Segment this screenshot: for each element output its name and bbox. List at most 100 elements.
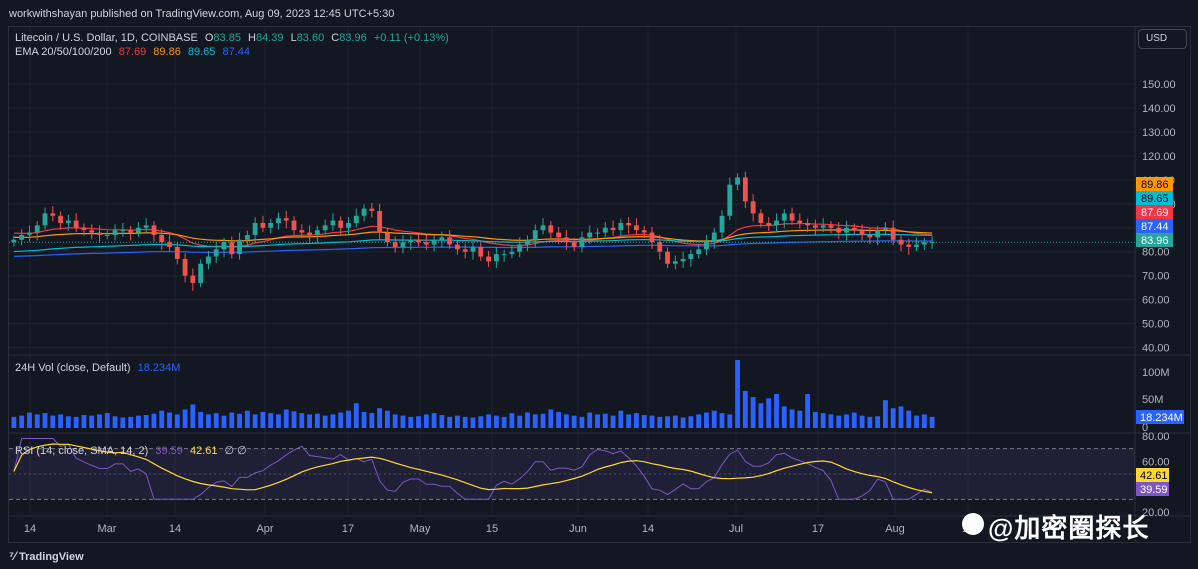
- volume-bar: [182, 409, 188, 428]
- candle-body: [735, 177, 740, 185]
- candle-body: [626, 222, 632, 226]
- volume-bar: [859, 415, 865, 428]
- candle-body: [696, 249, 702, 255]
- chart-canvas[interactable]: 100M50M018.234M 80.0060.0040.0020.0042.6…: [0, 0, 1198, 569]
- candle-body: [587, 232, 593, 238]
- candle-body: [501, 254, 507, 256]
- candle-body: [377, 210, 383, 233]
- candle-body: [820, 225, 826, 228]
- time-tick-label: May: [410, 523, 431, 535]
- volume-bar: [439, 415, 445, 428]
- price-badge-label: 89.86: [1141, 179, 1169, 191]
- candle-body: [260, 222, 266, 228]
- price-tick-label: 130.00: [1142, 127, 1176, 139]
- candle-body: [556, 232, 562, 238]
- volume-bar: [50, 415, 56, 428]
- volume-bar: [174, 414, 180, 428]
- candle-body: [384, 232, 390, 243]
- candle-body: [361, 208, 367, 216]
- candle-body: [307, 232, 313, 235]
- candle-body: [206, 256, 211, 264]
- candle-body: [750, 201, 756, 214]
- candle-body: [742, 177, 748, 202]
- volume-bar: [73, 416, 79, 428]
- candle-body: [680, 258, 686, 262]
- candle-body: [89, 230, 95, 233]
- currency-button[interactable]: USD: [1138, 29, 1187, 49]
- volume-bar: [657, 416, 663, 428]
- candle-body: [789, 213, 795, 221]
- volume-bar: [688, 416, 694, 428]
- watermark: @加密圈探长: [958, 508, 1149, 545]
- candle-body: [431, 239, 437, 245]
- volume-bar: [330, 414, 336, 428]
- volume-bar: [447, 416, 453, 428]
- candle-body: [276, 218, 281, 223]
- volume-bar: [711, 410, 717, 428]
- open-value: 83.85: [213, 32, 241, 44]
- candle-body: [11, 239, 17, 243]
- candle-body: [455, 244, 460, 250]
- volume-bar: [283, 409, 289, 428]
- volume-bar: [97, 414, 102, 428]
- volume-bar: [501, 416, 507, 428]
- candle-body: [135, 227, 141, 233]
- volume-bar: [836, 415, 842, 428]
- ema200-value: 87.44: [222, 46, 251, 58]
- volume-bar: [384, 410, 390, 428]
- high-value: 84.39: [255, 32, 284, 44]
- volume-bar: [392, 414, 398, 428]
- candle-body: [346, 222, 351, 228]
- volume-bar: [844, 414, 849, 428]
- candle-body: [719, 215, 725, 233]
- volume-legend: 24H Vol (close, Default) 18.234M: [15, 362, 180, 374]
- volume-bar: [883, 400, 888, 428]
- candle-body: [633, 225, 639, 231]
- candle-body: [797, 220, 803, 223]
- volume-bar: [213, 413, 219, 428]
- candle-body: [486, 256, 491, 262]
- symbol-legend: Litecoin / U.S. Dollar, 1D, COINBASE O83…: [15, 32, 449, 44]
- volume-bar: [361, 411, 367, 428]
- candle-body: [517, 244, 523, 252]
- candle-body: [875, 230, 881, 238]
- volume-bar: [338, 412, 344, 428]
- candle-body: [704, 242, 709, 250]
- candle-body: [42, 213, 48, 226]
- volume-bar: [851, 412, 857, 428]
- candle-body: [182, 258, 188, 276]
- candle-body: [781, 213, 787, 221]
- volume-bar: [462, 416, 468, 428]
- close-value: 83.96: [339, 32, 367, 44]
- candle-body: [244, 234, 250, 240]
- volume-bar: [260, 411, 266, 428]
- candle-body: [400, 242, 406, 247]
- candle-body: [859, 230, 865, 235]
- rsi-badge-label: 39.59: [1140, 484, 1168, 496]
- tv-brand: TradingView: [19, 551, 84, 563]
- time-tick-label: 17: [812, 523, 824, 535]
- volume-bar: [81, 415, 87, 428]
- volume-bar: [789, 409, 795, 428]
- candle-body: [883, 227, 888, 231]
- volume-bar: [914, 415, 919, 428]
- candle-body: [81, 227, 87, 231]
- volume-bar: [921, 414, 927, 428]
- volume-bar: [252, 414, 258, 428]
- candle-body: [392, 242, 398, 247]
- volume-bar: [626, 414, 632, 428]
- volume-bar: [517, 415, 523, 428]
- time-tick-label: 14: [642, 523, 654, 535]
- candle-body: [291, 220, 297, 231]
- candle-body: [563, 237, 569, 243]
- candle-body: [836, 227, 842, 233]
- volume-bar: [353, 403, 359, 428]
- volume-bar: [532, 414, 538, 428]
- volume-bar: [633, 413, 639, 428]
- volume-bar: [104, 413, 110, 428]
- candle-body: [34, 225, 40, 233]
- tradingview-logo: ⁷⁄ TradingView: [9, 549, 84, 563]
- candle-body: [890, 227, 896, 240]
- candle-body: [190, 275, 196, 283]
- candle-body: [641, 230, 647, 233]
